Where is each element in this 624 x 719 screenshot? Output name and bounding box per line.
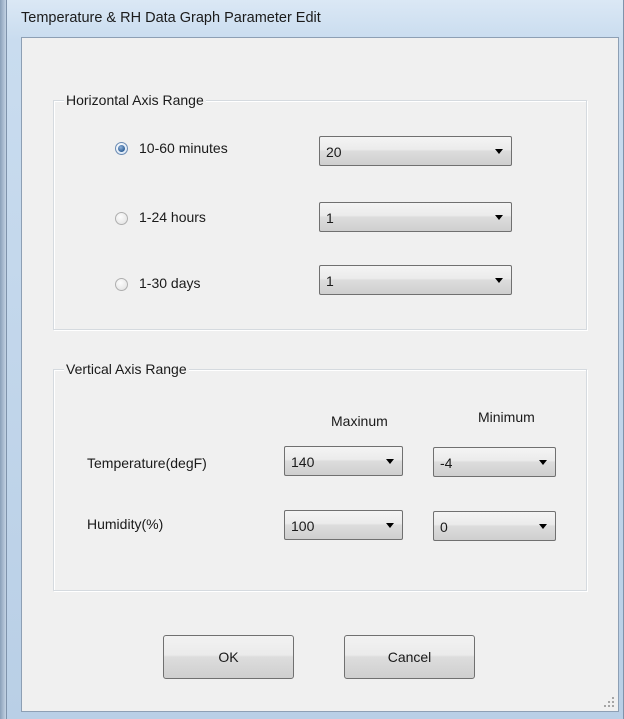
window-title: Temperature & RH Data Graph Parameter Ed… (21, 10, 321, 26)
temperature-min-select[interactable]: -4 (433, 447, 556, 477)
minutes-select[interactable]: 20 (319, 136, 512, 166)
radio-hours[interactable] (115, 212, 128, 225)
humidity-max-value: 100 (291, 518, 315, 534)
chevron-down-icon (386, 459, 394, 464)
cancel-button[interactable]: Cancel (344, 635, 475, 679)
horizontal-axis-group-title: Horizontal Axis Range (64, 92, 206, 108)
hours-select[interactable]: 1 (319, 202, 512, 232)
humidity-min-select[interactable]: 0 (433, 511, 556, 541)
hours-select-value: 1 (326, 210, 334, 226)
temperature-max-value: 140 (291, 454, 315, 470)
chevron-down-icon (495, 278, 503, 283)
humidity-max-select[interactable]: 100 (284, 510, 403, 540)
chevron-down-icon (495, 215, 503, 220)
vertical-axis-group: Vertical Axis Range Maxinum Minimum Temp… (53, 361, 587, 591)
radio-hours-label: 1-24 hours (139, 209, 206, 225)
dialog-window: Temperature & RH Data Graph Parameter Ed… (6, 0, 624, 719)
dialog-client-area: Horizontal Axis Range 10-60 minutes 20 1… (21, 37, 619, 712)
chevron-down-icon (386, 523, 394, 528)
horizontal-axis-group: Horizontal Axis Range 10-60 minutes 20 1… (53, 92, 587, 330)
radio-days[interactable] (115, 278, 128, 291)
max-column-header: Maxinum (331, 413, 388, 429)
chevron-down-icon (539, 524, 547, 529)
days-select[interactable]: 1 (319, 265, 512, 295)
temperature-min-value: -4 (440, 455, 453, 471)
days-select-value: 1 (326, 273, 334, 289)
ok-button[interactable]: OK (163, 635, 294, 679)
radio-minutes[interactable] (115, 142, 128, 155)
radio-days-label: 1-30 days (139, 275, 201, 291)
chevron-down-icon (539, 460, 547, 465)
temperature-label: Temperature(degF) (87, 455, 207, 471)
minutes-select-value: 20 (326, 144, 342, 160)
humidity-min-value: 0 (440, 519, 448, 535)
radio-minutes-label: 10-60 minutes (139, 140, 228, 156)
chevron-down-icon (495, 149, 503, 154)
resize-grip-icon[interactable] (604, 697, 614, 707)
humidity-label: Humidity(%) (87, 516, 164, 532)
min-column-header: Minimum (478, 409, 535, 425)
temperature-max-select[interactable]: 140 (284, 446, 403, 476)
vertical-axis-group-title: Vertical Axis Range (64, 361, 189, 377)
